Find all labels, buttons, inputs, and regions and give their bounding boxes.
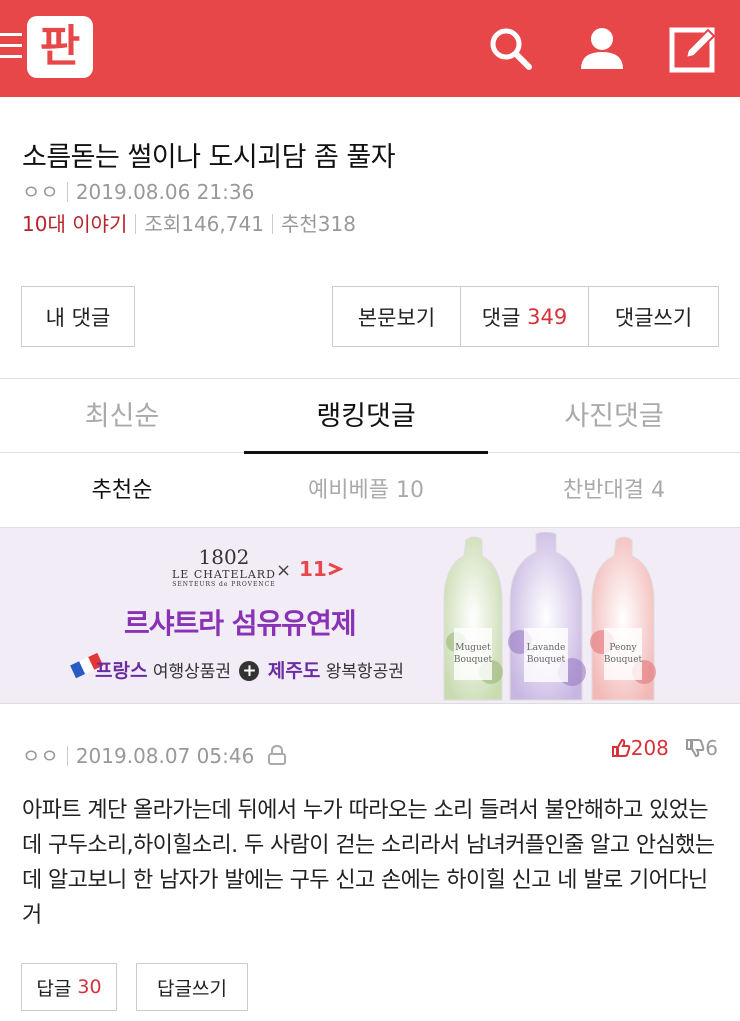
reply-button[interactable]: 답글 30 (21, 963, 117, 1011)
tab-photo[interactable]: 사진댓글 (488, 379, 740, 454)
upvote-button[interactable]: 208 (611, 736, 676, 760)
banner-sub-3: 제주도 (267, 660, 321, 682)
comments-count: 349 (527, 304, 568, 329)
banner-sub-4: 왕복항공권 (325, 662, 404, 682)
banner-sub-2: 여행상품권 (152, 662, 232, 682)
post-meta: ㅇㅇ 2019.08.06 21:36 (22, 176, 254, 205)
post-datetime: 2019.08.06 21:36 (75, 180, 255, 204)
comment-meta: ㅇㅇ 2019.08.07 05:46 (22, 740, 287, 771)
bottle-3-name-line-2: Bouquet (604, 655, 643, 665)
brand-subtitle: SENTEURS de PROVENCE (172, 581, 276, 588)
menu-icon[interactable] (0, 33, 22, 59)
subtab-recommended[interactable]: 추천순 (0, 453, 244, 528)
post-author[interactable]: ㅇㅇ (22, 180, 59, 204)
bottle-muguet (443, 536, 503, 701)
bottle-2-name-line-1: Lavande (527, 643, 566, 653)
view-post-label: 본문보기 (357, 305, 436, 330)
comment-author[interactable]: ㅇㅇ (22, 744, 59, 768)
user-icon[interactable] (577, 24, 627, 74)
comments-label: 댓글 (481, 305, 521, 330)
recommend-label: 추천 (280, 212, 318, 236)
divider (135, 214, 137, 234)
thumbs-down-icon (685, 738, 705, 763)
collab-x: × (276, 560, 292, 581)
post-category[interactable]: 10대 이야기 (22, 212, 127, 236)
my-comments-button[interactable]: 내 댓글 (21, 286, 135, 347)
view-post-button[interactable]: 본문보기 (332, 286, 461, 347)
comment-datetime: 2019.08.07 05:46 (75, 744, 255, 768)
comment-tabs: 최신순 랭킹댓글 사진댓글 (0, 378, 740, 454)
divider (66, 182, 68, 202)
downvote-count: 6 (705, 736, 718, 760)
write-reply-button[interactable]: 답글쓰기 (136, 963, 248, 1011)
views-count: 146,741 (181, 212, 264, 236)
ad-banner[interactable]: 1802 LE CHATELARD SENTEURS de PROVENCE ×… (0, 528, 740, 704)
product-bottles: Muguet Bouquet Lavande Bouquet Peony Bou… (443, 532, 656, 701)
top-header: 판 (0, 0, 740, 97)
bottle-2-name-line-2: Bouquet (527, 655, 566, 665)
pre-best-label: 예비베플 (308, 478, 389, 503)
plus-icon: + (239, 661, 260, 681)
reply-count: 30 (77, 976, 102, 998)
post-title: 소름돋는 썰이나 도시괴담 좀 풀자 (22, 142, 396, 173)
comment-votes: 208 6 (611, 736, 718, 763)
subtab-debate[interactable]: 찬반대결 4 (488, 453, 740, 528)
my-comments-label: 내 댓글 (45, 305, 111, 330)
comment-body: 아파트 계단 올라가는데 뒤에서 누가 따라오는 소리 들려서 불안해하고 있었… (22, 798, 715, 928)
debate-count: 4 (650, 478, 665, 503)
thumbs-up-icon (611, 738, 631, 763)
search-icon[interactable] (486, 24, 536, 74)
write-comment-button[interactable]: 댓글쓰기 (588, 286, 719, 347)
partner-logo: 11 (299, 557, 344, 581)
partner-name: 11 (299, 557, 327, 581)
bottle-lavande (508, 532, 586, 701)
ranking-subtabs: 추천순 예비베플 10 찬반대결 4 (0, 453, 740, 528)
bottle-3-name-line-1: Peony (609, 643, 637, 653)
banner-headline: 르샤트라 섬유유연제 (124, 607, 357, 640)
partner-arrow-icon (328, 562, 344, 576)
views-label: 조회 (144, 212, 182, 236)
banner-sub-1: 프랑스 (95, 660, 148, 682)
bottle-peony (590, 536, 656, 701)
bottle-1-name-line-2: Bouquet (454, 655, 493, 665)
banner-subline: 프랑스 여행상품권 + 제주도 왕복항공권 (95, 656, 404, 683)
comments-button[interactable]: 댓글 349 (460, 286, 589, 347)
bottle-1-name-line-1: Muguet (455, 643, 491, 653)
pann-logo[interactable]: 판 (27, 16, 93, 78)
brand-logo: 1802 LE CHATELARD SENTEURS de PROVENCE (172, 546, 276, 588)
write-comment-label: 댓글쓰기 (614, 305, 693, 330)
brand-name: LE CHATELARD (172, 568, 276, 581)
divider (271, 214, 273, 234)
write-icon[interactable] (668, 24, 718, 74)
brand-number: 1802 (198, 545, 250, 569)
tab-latest[interactable]: 최신순 (0, 379, 244, 454)
divider (66, 746, 68, 766)
downvote-button[interactable]: 6 (685, 736, 718, 760)
upvote-count: 208 (630, 736, 669, 760)
tab-ranking[interactable]: 랭킹댓글 (244, 379, 488, 454)
post-stats: 10대 이야기 조회146,741 추천318 (22, 208, 356, 237)
debate-label: 찬반대결 (563, 478, 644, 503)
subtab-pre-best[interactable]: 예비베플 10 (244, 453, 488, 528)
pre-best-count: 10 (395, 478, 424, 503)
recommend-count: 318 (317, 212, 356, 236)
write-reply-label: 답글쓰기 (157, 977, 227, 1000)
reply-label: 답글 (36, 977, 72, 1000)
lock-icon (267, 744, 287, 771)
